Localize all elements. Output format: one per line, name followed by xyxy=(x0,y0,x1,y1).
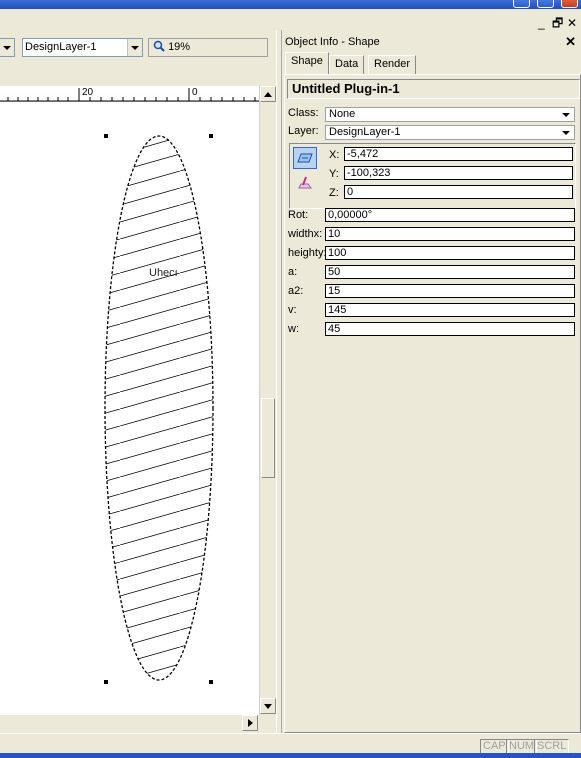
window-titlebar xyxy=(0,0,581,9)
param-label-v: v: xyxy=(288,304,297,316)
drawing-canvas[interactable]: Uhecı xyxy=(0,86,259,715)
selection-handle[interactable] xyxy=(209,680,213,684)
tab-render[interactable]: Render xyxy=(368,55,417,74)
object-name: Untitled Plug-in-1 xyxy=(287,79,580,99)
chevron-down-icon xyxy=(560,127,572,138)
screen-plane-button[interactable] xyxy=(293,147,317,169)
mdi-minimize-button[interactable]: _ xyxy=(538,17,545,29)
coordinates-group: X: Y: Z: xyxy=(289,143,576,209)
z-label: Z: xyxy=(329,187,339,199)
selection-handle[interactable] xyxy=(209,134,213,138)
a2-field[interactable] xyxy=(325,284,575,298)
rotation-field[interactable] xyxy=(325,208,575,222)
layer-plane-icon xyxy=(297,153,313,163)
pencil-plane-icon xyxy=(298,176,312,189)
zoom-value: 19% xyxy=(168,41,191,53)
panel-close-button[interactable]: ✕ xyxy=(565,34,576,50)
vertical-scrollbar[interactable] xyxy=(259,86,276,715)
working-plane-button[interactable] xyxy=(293,172,317,194)
x-label: X: xyxy=(329,149,340,161)
ruler-label-0: 0 xyxy=(192,87,198,98)
chevron-down-icon xyxy=(0,39,14,56)
close-window-button[interactable] xyxy=(561,0,578,8)
param-label-w: w: xyxy=(288,323,299,335)
tab-data[interactable]: Data xyxy=(329,55,365,74)
layer-dropdown-value: DesignLayer-1 xyxy=(25,41,97,53)
mdi-restore-button[interactable]: 🗗 xyxy=(552,17,563,29)
param-label-rot: Rot: xyxy=(288,209,309,221)
selection-handle[interactable] xyxy=(104,680,108,684)
a-field[interactable] xyxy=(325,265,575,279)
vertical-scroll-thumb[interactable] xyxy=(261,398,275,478)
object-info-panel: Object Info - Shape ✕ Shape Data Render … xyxy=(282,30,581,733)
param-label-heighty: heighty: xyxy=(288,247,327,259)
param-label-a: a: xyxy=(288,266,298,278)
chevron-down-icon xyxy=(560,109,572,120)
y-coordinate-field[interactable] xyxy=(344,166,573,180)
triangle-up-icon xyxy=(264,91,272,97)
layer-label: Layer: xyxy=(288,125,319,137)
scroll-right-button[interactable] xyxy=(242,715,258,731)
horizontal-ruler: 20 0 xyxy=(0,86,259,102)
w-field[interactable] xyxy=(325,322,575,336)
shape-tab-content: Untitled Plug-in-1 Class: None Layer: De… xyxy=(284,74,581,733)
param-label-a2: a2: xyxy=(288,285,304,297)
param-label-widthx: widthx: xyxy=(288,228,323,240)
z-coordinate-field[interactable] xyxy=(344,185,573,199)
panel-title: Object Info - Shape xyxy=(285,36,380,48)
class-label: Class: xyxy=(288,107,319,119)
selection-handle[interactable] xyxy=(104,134,108,138)
mdi-close-button[interactable]: ✕ xyxy=(567,17,577,29)
scroll-lock-indicator: SCRL xyxy=(534,739,570,754)
class-select-value: None xyxy=(329,108,356,120)
layer-dropdown[interactable]: DesignLayer-1 xyxy=(22,38,143,57)
y-label: Y: xyxy=(329,168,339,180)
magnifier-icon xyxy=(153,40,165,52)
v-field[interactable] xyxy=(325,303,575,317)
drawing-svg xyxy=(100,131,220,691)
scroll-up-button[interactable] xyxy=(260,86,276,102)
ruler-label-20: 20 xyxy=(82,87,94,98)
layer-select-value: DesignLayer-1 xyxy=(329,126,401,138)
tab-shape[interactable]: Shape xyxy=(285,52,329,74)
zoom-field[interactable]: 19% xyxy=(148,38,268,57)
class-dropdown-partial[interactable] xyxy=(0,38,15,57)
chevron-down-icon xyxy=(127,39,142,56)
hatched-ellipse-shape[interactable] xyxy=(100,131,220,691)
horizontal-scrollbar[interactable] xyxy=(0,715,259,732)
object-label-text: Uhecı xyxy=(149,267,178,279)
triangle-right-icon xyxy=(247,719,253,727)
maximize-window-button[interactable] xyxy=(537,0,554,8)
taskbar-strip xyxy=(0,753,581,758)
class-select[interactable]: None xyxy=(325,107,575,122)
x-coordinate-field[interactable] xyxy=(344,147,573,161)
num-lock-indicator: NUM xyxy=(506,739,538,754)
widthx-field[interactable] xyxy=(325,227,575,241)
triangle-down-icon xyxy=(264,703,272,709)
scroll-down-button[interactable] xyxy=(260,698,276,714)
minimize-window-button[interactable] xyxy=(513,0,530,8)
layer-select[interactable]: DesignLayer-1 xyxy=(325,125,575,140)
heighty-field[interactable] xyxy=(325,246,575,260)
caps-lock-indicator: CAP xyxy=(480,739,509,754)
